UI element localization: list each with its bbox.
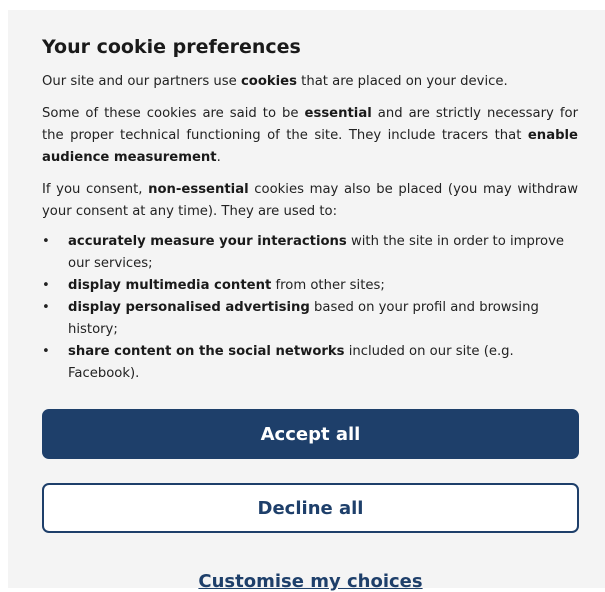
bullet-icon: •: [42, 234, 50, 249]
dialog-title: Your cookie preferences: [42, 36, 301, 58]
bullet-icon: •: [42, 344, 50, 359]
intro-paragraph: Our site and our partners use cookies th…: [42, 71, 578, 93]
essential-bold-1: essential: [304, 106, 372, 121]
essential-text-1: Some of these cookies are said to be: [42, 106, 305, 121]
list-item-bold: display multimedia content: [68, 278, 272, 293]
consent-bold: non-essential: [148, 182, 249, 197]
decline-all-button[interactable]: Decline all: [42, 483, 579, 533]
list-item: • accurately measure your interactions wi…: [42, 231, 578, 275]
list-item-bold: accurately measure your interactions: [68, 234, 347, 249]
list-item-bold: display personalised advertising: [68, 300, 310, 315]
consent-text-1: If you consent,: [42, 182, 149, 197]
intro-text-2: that are placed on your device.: [296, 74, 508, 89]
intro-bold-cookies: cookies: [240, 74, 297, 89]
intro-text-1: Our site and our partners use: [42, 74, 241, 89]
bullet-icon: •: [42, 300, 50, 315]
customise-choices-link[interactable]: Customise my choices: [42, 571, 579, 592]
accept-all-button[interactable]: Accept all: [42, 409, 579, 459]
consent-paragraph: If you consent, non-essential cookies ma…: [42, 179, 578, 223]
list-item: • share content on the social networks in…: [42, 341, 578, 385]
list-item: • display multimedia content from other s…: [42, 275, 578, 297]
cookie-preferences-dialog: Your cookie preferences Our site and our…: [8, 10, 605, 592]
list-item-text: from other sites;: [271, 278, 385, 293]
bullet-icon: •: [42, 278, 50, 293]
list-item-bold: share content on the social networks: [68, 344, 345, 359]
essential-text-3: .: [216, 150, 221, 165]
essential-paragraph: Some of these cookies are said to be ess…: [42, 103, 578, 169]
purposes-list: • accurately measure your interactions wi…: [42, 231, 578, 385]
list-item: • display personalised advertising based …: [42, 297, 578, 341]
